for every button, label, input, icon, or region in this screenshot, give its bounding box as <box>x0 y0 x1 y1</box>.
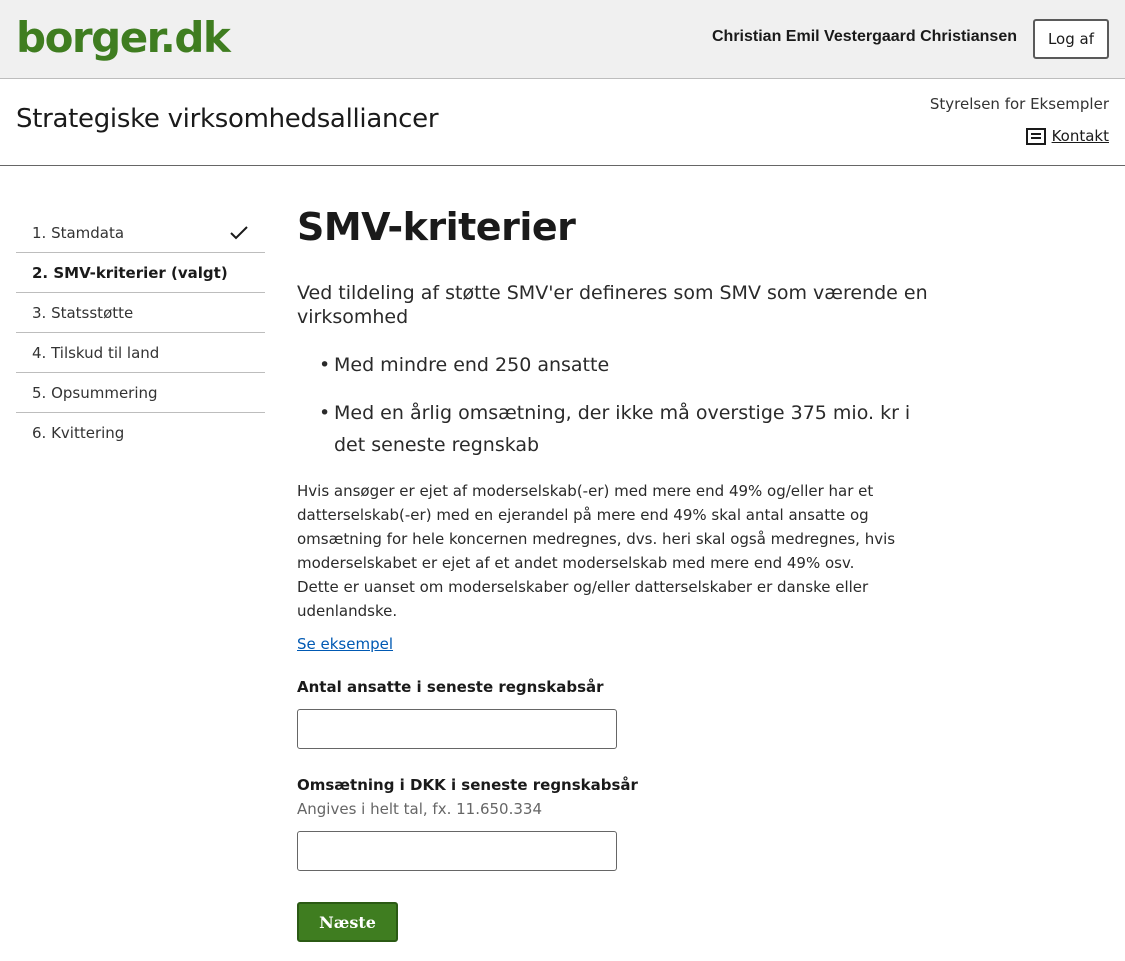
checkmark-icon <box>229 225 249 241</box>
nav-step-tilskud[interactable]: 4. Tilskud til land <box>16 333 265 373</box>
employees-input[interactable] <box>297 709 617 749</box>
explanation-paragraph: Hvis ansøger er ejet af moderselskab(-er… <box>297 482 896 572</box>
service-title: Strategiske virksomhedsalliancer <box>16 104 439 134</box>
authority-name: Styrelsen for Eksempler <box>929 95 1109 113</box>
user-name: Christian Emil Vestergaard Christiansen <box>712 28 1017 45</box>
nav-step-label: 4. Tilskud til land <box>32 343 160 362</box>
list-item: Med mindre end 250 ansatte <box>319 349 917 381</box>
nav-step-label: 2. SMV-kriterier (valgt) <box>32 263 228 282</box>
contact-link[interactable]: Kontakt <box>1025 127 1109 145</box>
nav-step-label: 5. Opsummering <box>32 383 158 402</box>
revenue-label: Omsætning i DKK i seneste regnskabsår <box>297 776 638 794</box>
main-content: SMV-kriterier Ved tildeling af støtte SM… <box>297 203 1017 871</box>
lead-text: Ved tildeling af støtte SMV'er defineres… <box>297 282 928 328</box>
nav-step-opsummering[interactable]: 5. Opsummering <box>16 373 265 413</box>
top-header: borger.dk Christian Emil Vestergaard Chr… <box>0 0 1125 79</box>
explanation-paragraph: Dette er uanset om moderselskaber og/ell… <box>297 578 869 620</box>
revenue-hint: Angives i helt tal, fx. 11.650.334 <box>297 800 542 818</box>
service-header: Strategiske virksomhedsalliancer Styrels… <box>0 79 1125 166</box>
revenue-input[interactable] <box>297 831 617 871</box>
nav-step-label: 3. Statsstøtte <box>32 303 134 322</box>
nav-step-smv-kriterier[interactable]: 2. SMV-kriterier (valgt) <box>16 253 265 293</box>
see-example-link[interactable]: Se eksempel <box>297 635 393 653</box>
list-item: Med en årlig omsætning, der ikke må over… <box>319 397 917 461</box>
employees-field: Antal ansatte i seneste regnskabsår <box>297 675 1017 749</box>
step-navigation: 1. Stamdata 2. SMV-kriterier (valgt) 3. … <box>16 213 265 453</box>
nav-step-label: 1. Stamdata <box>32 223 125 242</box>
logout-button[interactable]: Log af <box>1033 19 1109 59</box>
employees-label: Antal ansatte i seneste regnskabsår <box>297 678 604 696</box>
contact-label: Kontakt <box>1051 127 1109 145</box>
criteria-list: Med mindre end 250 ansatte Med en årlig … <box>297 349 917 461</box>
nav-step-statsstotte[interactable]: 3. Statsstøtte <box>16 293 265 333</box>
nav-step-label: 6. Kvittering <box>32 424 125 442</box>
revenue-field: Omsætning i DKK i seneste regnskabsår An… <box>297 773 1017 871</box>
borger-dk-logo[interactable]: borger.dk <box>16 10 231 66</box>
group-explanation: Hvis ansøger er ejet af moderselskab(-er… <box>297 479 937 623</box>
nav-step-stamdata[interactable]: 1. Stamdata <box>16 213 265 253</box>
page-title: SMV-kriterier <box>297 205 576 249</box>
message-icon <box>1025 127 1046 145</box>
nav-step-kvittering[interactable]: 6. Kvittering <box>16 413 265 453</box>
next-button[interactable]: Næste <box>297 902 398 942</box>
